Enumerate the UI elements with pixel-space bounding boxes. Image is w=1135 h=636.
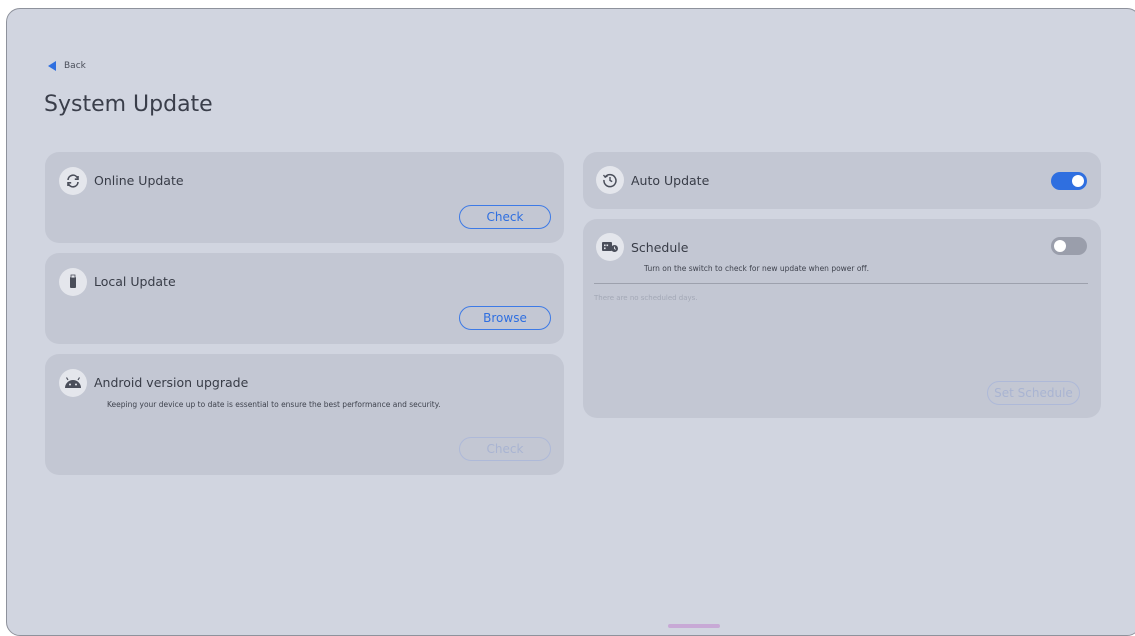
schedule-description: Turn on the switch to check for new upda… [644, 264, 870, 273]
sync-icon [59, 167, 87, 195]
usb-drive-icon [59, 268, 87, 296]
history-clock-icon [596, 166, 624, 194]
android-upgrade-card: Android version upgrade Keeping your dev… [45, 354, 564, 475]
android-check-button[interactable]: Check [459, 437, 551, 461]
toggle-knob [1072, 175, 1084, 187]
schedule-empty-text: There are no scheduled days. [594, 294, 698, 302]
navigation-handle[interactable] [668, 624, 720, 628]
online-update-label: Online Update [94, 173, 184, 188]
back-button[interactable]: Back [48, 61, 86, 71]
set-schedule-button[interactable]: Set Schedule [987, 381, 1080, 405]
schedule-toggle[interactable] [1051, 237, 1087, 255]
auto-update-card: Auto Update [583, 152, 1101, 209]
back-arrow-icon [48, 61, 56, 71]
auto-update-label: Auto Update [631, 173, 710, 188]
schedule-label: Schedule [631, 240, 689, 255]
local-update-card: Local Update Browse [45, 253, 564, 344]
online-update-card: Online Update Check [45, 152, 564, 243]
online-check-button[interactable]: Check [459, 205, 551, 229]
local-update-label: Local Update [94, 274, 176, 289]
android-upgrade-label: Android version upgrade [94, 375, 249, 390]
browse-button[interactable]: Browse [459, 306, 551, 330]
schedule-card: Schedule Turn on the switch to check for… [583, 219, 1101, 418]
calendar-clock-icon [596, 233, 624, 261]
auto-update-toggle[interactable] [1051, 172, 1087, 190]
schedule-divider [594, 283, 1088, 284]
android-icon [59, 369, 87, 397]
page-title: System Update [44, 92, 213, 117]
back-label: Back [64, 61, 86, 71]
android-upgrade-description: Keeping your device up to date is essent… [107, 400, 441, 409]
toggle-knob [1054, 240, 1066, 252]
